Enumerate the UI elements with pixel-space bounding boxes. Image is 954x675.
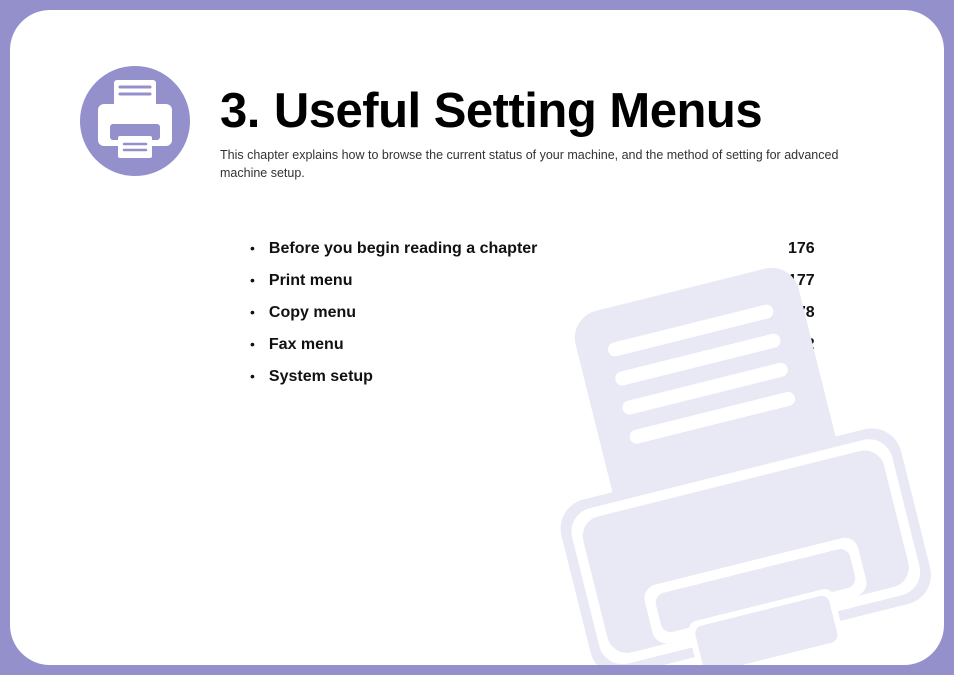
chapter-title: 3. Useful Setting Menus [220, 86, 874, 137]
toc-list: Before you begin reading a chapter 176 P… [248, 240, 828, 386]
toc-item-page: 182 [788, 336, 828, 354]
toc-item-label: Copy menu [269, 304, 356, 322]
toc-item-label: System setup [269, 368, 373, 386]
toc-item[interactable]: Before you begin reading a chapter 176 [248, 240, 828, 258]
toc-item[interactable]: Copy menu 178 [248, 304, 828, 322]
chapter-number: 3. [220, 84, 260, 138]
table-of-contents: Before you begin reading a chapter 176 P… [248, 240, 828, 386]
toc-item-label: Print menu [269, 272, 353, 290]
toc-item[interactable]: System setup 185 [248, 368, 828, 386]
toc-item-label: Fax menu [269, 336, 344, 354]
toc-item-page: 178 [788, 304, 828, 322]
chapter-header: 3. Useful Setting Menus This chapter expl… [80, 70, 874, 182]
title-block: 3. Useful Setting Menus This chapter expl… [220, 70, 874, 182]
toc-item-label: Before you begin reading a chapter [269, 240, 538, 258]
toc-item[interactable]: Print menu 177 [248, 272, 828, 290]
printer-badge-icon [80, 66, 190, 176]
toc-item-page: 176 [788, 240, 828, 258]
toc-item-page: 185 [788, 368, 828, 386]
page-card: 3. Useful Setting Menus This chapter expl… [10, 10, 944, 665]
toc-item-page: 177 [788, 272, 828, 290]
toc-item[interactable]: Fax menu 182 [248, 336, 828, 354]
chapter-description: This chapter explains how to browse the … [220, 147, 860, 182]
chapter-title-text: Useful Setting Menus [274, 84, 762, 138]
